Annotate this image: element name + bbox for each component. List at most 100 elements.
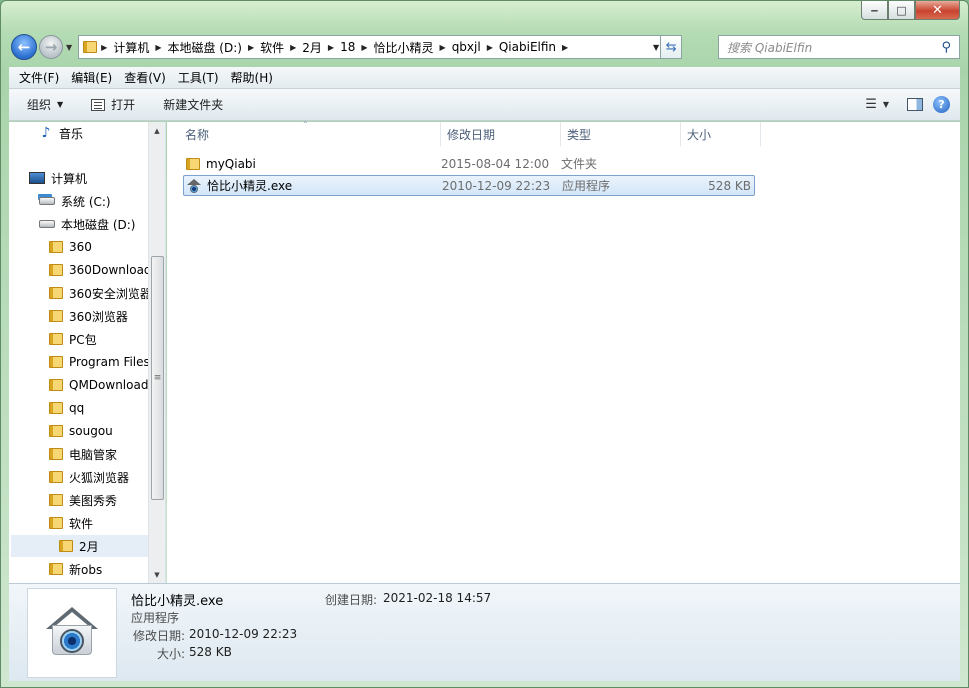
tree-item-label: QMDownload [69, 378, 149, 392]
back-button[interactable]: ← [11, 34, 37, 60]
details-created-label: 创建日期: [325, 593, 378, 607]
tree-item-label: sougou [69, 424, 113, 438]
column-header: 名称 ⌃ 修改日期 类型 大小 [167, 120, 960, 146]
breadcrumb-february[interactable]: 2月 ▶ [296, 39, 334, 56]
file-row-selected[interactable]: 恰比小精灵.exe 2010-12-09 22:23 应用程序 528 KB [183, 175, 755, 196]
tree-item-folder[interactable]: 电脑管家 [49, 443, 117, 465]
file-name-cell: 恰比小精灵.exe [184, 177, 442, 194]
column-size-label: 大小 [687, 127, 712, 142]
tree-item-folder[interactable]: 360Downloads [49, 259, 158, 281]
tree-item-label: 电脑管家 [69, 447, 118, 462]
breadcrumb-software[interactable]: 软件 ▶ [254, 39, 296, 56]
folder-icon [49, 425, 63, 437]
breadcrumb-qiabi-elf[interactable]: 恰比小精灵 ▶ [368, 39, 446, 56]
tree-item-label: 新obs [69, 562, 103, 577]
organize-button[interactable]: 组织 ▼ [9, 89, 73, 120]
file-row[interactable]: myQiabi 2015-08-04 12:00 文件夹 [183, 153, 753, 174]
preview-pane-icon[interactable] [907, 98, 923, 111]
file-thumbnail [27, 588, 117, 678]
tree-item-drive-d[interactable]: 本地磁盘 (D:) [39, 213, 135, 235]
menu-file[interactable]: 文件(F) [13, 69, 65, 86]
sort-ascending-icon: ⌃ [302, 120, 309, 129]
new-folder-button[interactable]: 新建文件夹 [153, 89, 233, 120]
folder-icon [49, 379, 63, 391]
folder-icon [59, 540, 73, 552]
details-modified-value: 2010-12-09 22:23 [189, 627, 298, 641]
tree-item-folder[interactable]: qq [49, 397, 84, 419]
address-bar[interactable]: ▶ 计算机 ▶ 本地磁盘 (D:) ▶ 软件 ▶ 2月 ▶ 18 ▶ 恰比小精灵 ▶ qbx… [78, 35, 683, 59]
menu-help[interactable]: 帮助(H) [225, 69, 279, 86]
close-button[interactable]: ✕ [915, 1, 960, 20]
tree-item-label: qq [69, 401, 85, 415]
organize-label: 组织 [27, 98, 52, 112]
breadcrumb-label: 软件 [260, 40, 285, 55]
column-type[interactable]: 类型 [561, 122, 681, 146]
address-history-dropdown-icon[interactable]: ▼ [653, 43, 659, 52]
breadcrumb-qbxjl[interactable]: qbxjl ▶ [446, 40, 493, 54]
column-size[interactable]: 大小 [681, 122, 761, 146]
open-button[interactable]: 打开 [81, 89, 145, 120]
computer-icon [29, 172, 45, 184]
help-icon[interactable]: ? [933, 96, 950, 113]
tree-item-folder[interactable]: 360浏览器 [49, 305, 128, 327]
tree-item-folder[interactable]: 火狐浏览器 [49, 466, 129, 488]
scroll-thumb[interactable]: ≡ [151, 256, 164, 500]
scroll-up-icon[interactable]: ▲ [149, 122, 165, 139]
menu-tools[interactable]: 工具(T) [172, 69, 225, 86]
breadcrumb-qiabielfin[interactable]: QiabiElfin ▶ [493, 40, 568, 54]
tree-item-label: Program Files [69, 355, 150, 369]
change-view-icon[interactable]: ☰ [865, 97, 877, 112]
breadcrumb-18[interactable]: 18 ▶ [334, 40, 367, 54]
folder-icon [49, 517, 63, 529]
tree-item-selected[interactable]: 2月 [11, 535, 149, 557]
search-box[interactable]: 搜索 QiabiElfin ⚲ [718, 35, 960, 59]
file-list[interactable]: 名称 ⌃ 修改日期 类型 大小 myQiabi 2015-08-04 12:00… [167, 120, 960, 583]
chevron-down-icon: ▼ [57, 100, 64, 109]
app-icon [44, 607, 100, 659]
file-name: 恰比小精灵.exe [207, 179, 293, 193]
chevron-right-icon[interactable]: ▶ [562, 43, 568, 52]
details-pane: 恰比小精灵.exe 应用程序 修改日期: 2010-12-09 22:23 大小… [9, 583, 960, 681]
tree-item-label: 音乐 [59, 126, 84, 141]
column-type-label: 类型 [567, 127, 592, 142]
tree-item-folder[interactable]: 新obs [49, 558, 102, 580]
drive-icon [39, 220, 55, 228]
tree-item-music[interactable]: ♪ 音乐 [39, 122, 83, 144]
breadcrumb-drive-d[interactable]: 本地磁盘 (D:) ▶ [161, 39, 254, 56]
tree-item-folder[interactable]: sougou [49, 420, 113, 442]
recent-pages-dropdown-icon[interactable]: ▼ [66, 43, 72, 52]
forward-button[interactable]: → [39, 35, 63, 59]
details-created-value: 2021-02-18 14:57 [383, 591, 492, 605]
tree-item-computer[interactable]: 计算机 [29, 167, 87, 189]
tree-item-folder[interactable]: Program Files [49, 351, 150, 373]
tree-item-drive-c[interactable]: 系统 (C:) [39, 190, 111, 212]
search-icon[interactable]: ⚲ [941, 40, 951, 55]
view-options-dropdown-icon[interactable]: ▼ [883, 100, 889, 109]
scroll-down-icon[interactable]: ▼ [149, 566, 165, 583]
navigation-pane[interactable]: ♪ 音乐 计算机 系统 (C:) 本地磁盘 (D:) 360 360Downloa… [9, 122, 166, 583]
tree-item-folder[interactable]: 美图秀秀 [49, 489, 117, 511]
menu-edit[interactable]: 编辑(E) [65, 69, 118, 86]
toolbar-right-group: ☰ ▼ ? [865, 89, 950, 120]
menu-view[interactable]: 查看(V) [118, 69, 172, 86]
folder-icon [49, 333, 63, 345]
minimize-button[interactable]: ‒ [861, 1, 888, 20]
tree-item-folder[interactable]: QMDownload [49, 374, 148, 396]
tree-item-label: 本地磁盘 (D:) [61, 217, 136, 232]
nav-scrollbar[interactable]: ▲ ≡ ▼ [148, 122, 165, 583]
tree-item-folder[interactable]: 360 [49, 236, 92, 258]
maximize-button[interactable]: □ [888, 1, 915, 20]
folder-icon [186, 157, 200, 170]
breadcrumb-label: 本地磁盘 (D:) [167, 40, 242, 55]
search-input[interactable]: 搜索 QiabiElfin [727, 39, 941, 56]
folder-icon [83, 41, 98, 53]
folder-icon [49, 494, 63, 506]
breadcrumb-computer[interactable]: 计算机 ▶ [107, 39, 161, 56]
refresh-button[interactable]: ⇆ [660, 35, 683, 59]
tree-item-folder[interactable]: 软件 [49, 512, 93, 534]
column-date[interactable]: 修改日期 [441, 122, 561, 146]
column-name[interactable]: 名称 ⌃ [167, 120, 441, 146]
tree-item-folder[interactable]: PC包 [49, 328, 97, 350]
column-name-label: 名称 [185, 127, 210, 142]
breadcrumb-label: 18 [340, 40, 356, 54]
